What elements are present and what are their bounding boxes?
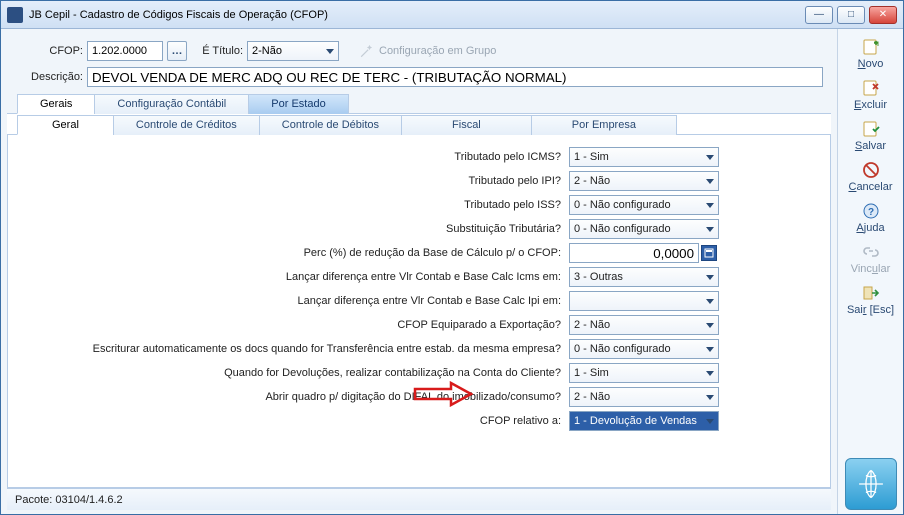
exit-icon [860,283,882,303]
sidebar-excluir[interactable]: Excluir [842,74,900,113]
select-devolucoes[interactable]: 1 - Sim [569,363,719,383]
select-export[interactable]: 2 - Não [569,315,719,335]
wand-icon [359,44,373,58]
config-grupo-button: Configuração em Grupo [359,44,496,58]
sidebar-vincular: Vincular [842,238,900,277]
select-iss[interactable]: 0 - Não configurado [569,195,719,215]
cancel-icon [860,160,882,180]
annotation-arrow-icon [413,381,473,407]
label-ipi: Tributado pelo IPI? [24,175,569,187]
header-row-2: Descrição: [7,63,831,89]
sidebar: NNovoovo Excluir Salvar Cancelar ? Ajuda… [837,29,903,514]
cfop-lookup-button[interactable]: … [167,41,187,61]
calculator-icon[interactable] [701,245,717,261]
tab-fiscal[interactable]: Fiscal [401,115,532,135]
header-row-1: CFOP: … É Título: 2-Não Configuração em … [7,37,831,63]
tab-controle-debitos[interactable]: Controle de Débitos [259,115,402,135]
form-panel: Tributado pelo ICMS? 1 - Sim Tributado p… [7,135,831,488]
tab-config-contabil[interactable]: Configuração Contábil [94,94,249,114]
label-dif-ipi: Lançar diferença entre Vlr Contab e Base… [24,295,569,307]
sidebar-salvar[interactable]: Salvar [842,115,900,154]
svg-text:?: ? [867,207,873,218]
tab-controle-creditos[interactable]: Controle de Créditos [113,115,260,135]
sub-tabs: Geral Controle de Créditos Controle de D… [7,114,831,135]
label-difal: Abrir quadro p/ digitação do DIFAL do im… [24,391,569,403]
label-relativo: CFOP relativo a: [24,415,569,427]
sidebar-sair[interactable]: Sair [Esc] [842,279,900,318]
save-page-icon [860,119,882,139]
input-perc[interactable] [569,243,699,263]
select-relativo[interactable]: 1 - Devolução de Vendas [569,411,719,431]
label-dif-icms: Lançar diferença entre Vlr Contab e Base… [24,271,569,283]
select-escriturar[interactable]: 0 - Não configurado [569,339,719,359]
link-icon [860,242,882,262]
sidebar-novo[interactable]: NNovoovo [842,33,900,72]
label-export: CFOP Equiparado a Exportação? [24,319,569,331]
select-ipi[interactable]: 2 - Não [569,171,719,191]
descricao-input[interactable] [87,67,823,87]
cfop-input[interactable] [87,41,163,61]
label-devolucoes: Quando for Devoluções, realizar contabil… [24,367,569,379]
select-subtrib[interactable]: 0 - Não configurado [569,219,719,239]
select-dif-ipi[interactable] [569,291,719,311]
label-iss: Tributado pelo ISS? [24,199,569,211]
select-icms[interactable]: 1 - Sim [569,147,719,167]
app-window: JB Cepil - Cadastro de Códigos Fiscais d… [0,0,904,515]
label-subtrib: Substituição Tributária? [24,223,569,235]
label-descricao: Descrição: [15,71,83,83]
tab-por-empresa[interactable]: Por Empresa [531,115,677,135]
titlebar: JB Cepil - Cadastro de Códigos Fiscais d… [1,1,903,29]
label-etitulo: É Título: [191,45,243,57]
brand-logo [845,458,897,510]
plus-page-icon [860,37,882,57]
app-icon [7,7,23,23]
tab-geral[interactable]: Geral [17,115,114,135]
select-dif-icms[interactable]: 3 - Outras [569,267,719,287]
etitulo-select[interactable]: 2-Não [247,41,339,61]
tab-por-estado[interactable]: Por Estado [248,94,348,114]
label-escriturar: Escriturar automaticamente os docs quand… [24,343,569,355]
label-perc: Perc (%) de redução da Base de Cálculo p… [24,247,569,259]
window-title: JB Cepil - Cadastro de Códigos Fiscais d… [29,9,805,21]
delete-page-icon [860,78,882,98]
minimize-button[interactable]: — [805,6,833,24]
label-cfop: CFOP: [15,45,83,57]
label-icms: Tributado pelo ICMS? [24,151,569,163]
main-tabs: Gerais Configuração Contábil Por Estado [7,93,831,114]
status-bar: Pacote: 03104/1.4.6.2 [7,488,831,510]
help-icon: ? [860,201,882,221]
select-difal[interactable]: 2 - Não [569,387,719,407]
close-button[interactable]: ✕ [869,6,897,24]
sidebar-cancelar[interactable]: Cancelar [842,156,900,195]
sidebar-ajuda[interactable]: ? Ajuda [842,197,900,236]
maximize-button[interactable]: □ [837,6,865,24]
tab-gerais[interactable]: Gerais [17,94,95,114]
status-pacote: Pacote: 03104/1.4.6.2 [15,494,123,506]
